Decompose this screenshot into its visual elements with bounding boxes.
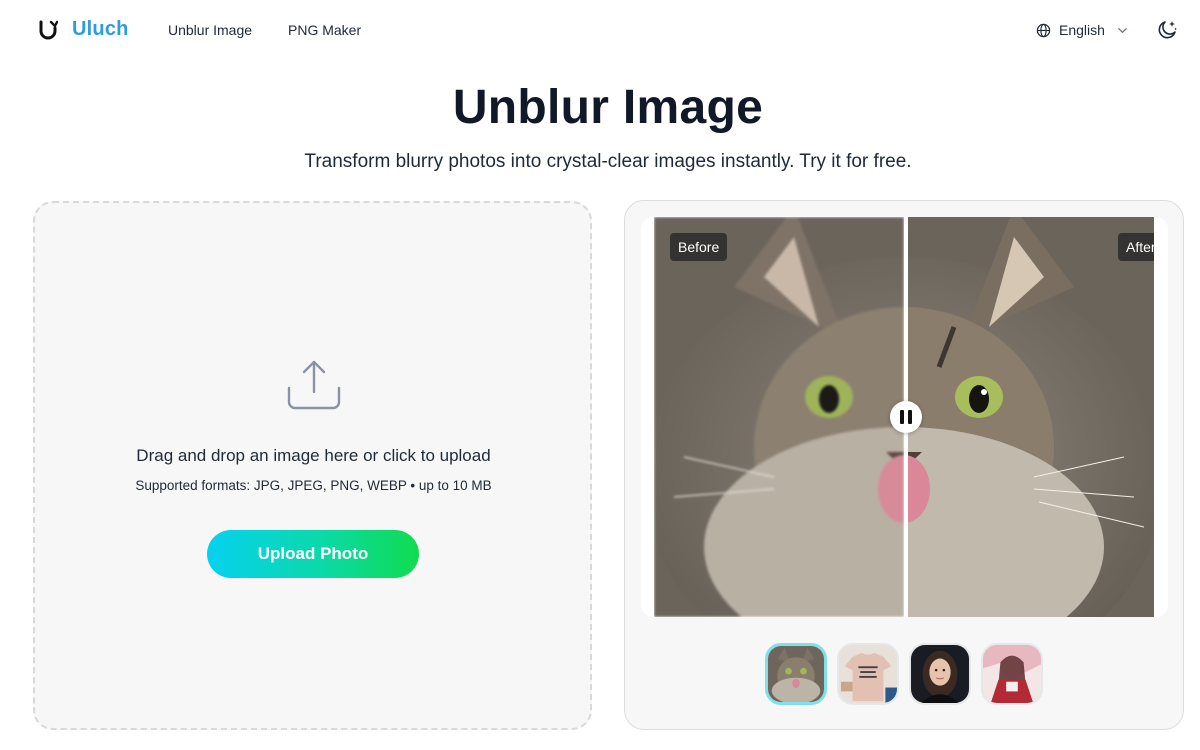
language-label: English xyxy=(1059,22,1105,38)
sample-thumbnail-woman-portrait[interactable] xyxy=(909,643,971,705)
upload-dropzone[interactable]: Drag and drop an image here or click to … xyxy=(33,201,592,730)
page-subtitle: Transform blurry photos into crystal-cle… xyxy=(304,151,912,172)
before-label: Before xyxy=(670,233,728,261)
chevron-down-icon xyxy=(1118,27,1127,33)
nav-link-png-maker[interactable]: PNG Maker xyxy=(288,22,361,38)
globe-icon xyxy=(1036,23,1051,37)
before-after-preview: Before After xyxy=(624,200,1184,730)
sample-thumbnail-anime-girl[interactable] xyxy=(981,643,1043,705)
sample-thumbnail-t-shirt[interactable] xyxy=(837,643,899,705)
moon-stars-icon[interactable] xyxy=(1156,19,1178,41)
upload-icon xyxy=(287,360,341,410)
after-label: After xyxy=(1118,233,1154,261)
nav-link-unblur-image[interactable]: Unblur Image xyxy=(168,22,252,38)
sample-thumbnail-cat[interactable] xyxy=(765,643,827,705)
compare-slider[interactable]: Before After xyxy=(654,217,1154,617)
site-header: Uluch Unblur Image PNG Maker English xyxy=(0,0,1200,60)
before-image xyxy=(654,217,904,617)
uluch-logo-icon[interactable] xyxy=(38,20,58,40)
after-image xyxy=(908,217,1154,617)
pause-icon[interactable] xyxy=(890,401,922,433)
sample-thumbnails xyxy=(765,643,1045,705)
logo-text[interactable]: Uluch xyxy=(72,18,129,41)
compare-card: Before After xyxy=(641,217,1168,617)
upload-photo-button[interactable]: Upload Photo xyxy=(207,530,419,578)
page-title: Unblur Image xyxy=(452,81,764,134)
supported-formats-text: Supported formats: JPG, JPEG, PNG, WEBP … xyxy=(135,478,492,493)
dropzone-instruction: Drag and drop an image here or click to … xyxy=(136,446,491,465)
language-selector[interactable]: English xyxy=(1036,21,1128,39)
